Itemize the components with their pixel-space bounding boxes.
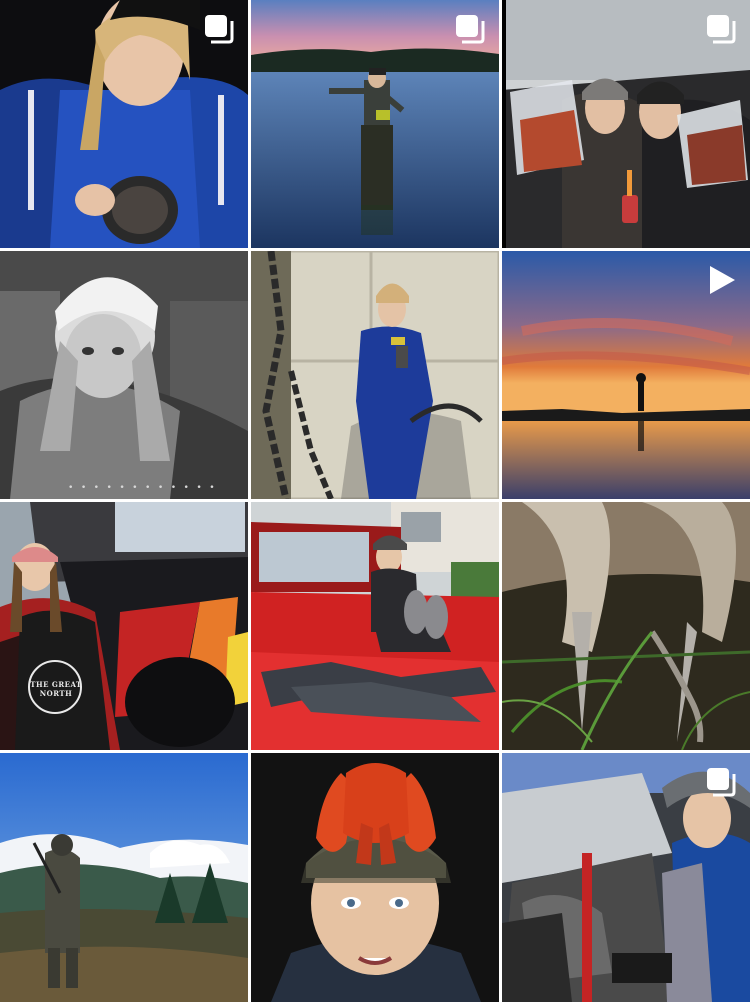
tile-8-image bbox=[251, 502, 499, 750]
multiple-photos-icon bbox=[202, 12, 236, 46]
grid-tile-5[interactable] bbox=[251, 251, 499, 499]
grid-tile-8[interactable] bbox=[251, 502, 499, 750]
grid-tile-7[interactable]: THE GREAT NORTH bbox=[0, 502, 248, 750]
tile-11-image bbox=[251, 753, 499, 1002]
grid-tile-9[interactable] bbox=[502, 502, 750, 750]
night-vision-strip: • • • • • • • • • • • • bbox=[68, 483, 216, 493]
grid-tile-4[interactable]: • • • • • • • • • • • • bbox=[0, 251, 248, 499]
multiple-photos-icon bbox=[704, 12, 738, 46]
grid-tile-1[interactable] bbox=[0, 0, 248, 248]
tile-9-image bbox=[502, 502, 750, 750]
grid-tile-3[interactable] bbox=[502, 0, 750, 248]
grid-tile-12[interactable] bbox=[502, 753, 750, 1002]
multiple-photos-icon bbox=[453, 12, 487, 46]
grid-tile-10[interactable] bbox=[0, 753, 248, 1002]
tile-5-image bbox=[251, 251, 499, 499]
grid-tile-11[interactable] bbox=[251, 753, 499, 1002]
video-play-icon bbox=[704, 263, 738, 297]
shirt-print-text: THE GREAT NORTH bbox=[30, 680, 82, 698]
tile-10-image bbox=[0, 753, 248, 1002]
multiple-photos-icon bbox=[704, 765, 738, 799]
photo-grid: • • • • • • • • • • • • THE GREAT NORTH bbox=[0, 0, 750, 1002]
tile-4-image bbox=[0, 251, 248, 499]
grid-tile-6[interactable] bbox=[502, 251, 750, 499]
tile-7-image bbox=[0, 502, 248, 750]
grid-tile-2[interactable] bbox=[251, 0, 499, 248]
